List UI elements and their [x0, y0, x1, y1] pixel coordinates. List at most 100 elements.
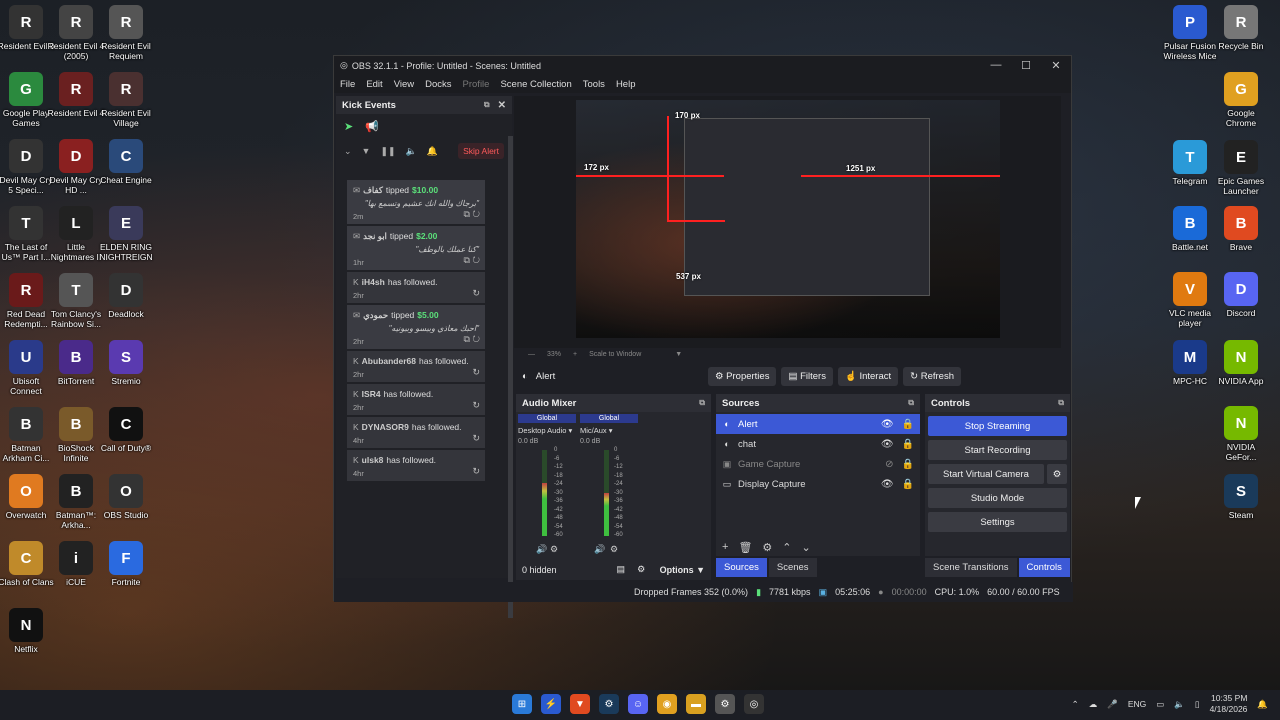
desktop-icon-netflix[interactable]: N Netflix: [0, 608, 55, 654]
replay-icon[interactable]: ↻: [472, 466, 480, 476]
desktop-icon-resident-evil-requiem[interactable]: R Resident Evil Requiem: [97, 5, 155, 61]
tray-chevron-icon[interactable]: ⌃: [1072, 699, 1079, 710]
dock-float-icon[interactable]: ⧉: [908, 398, 914, 408]
properties-button[interactable]: ⚙ Properties: [708, 366, 777, 386]
monitor-icon[interactable]: ▭: [1156, 699, 1164, 710]
scale-mode-dropdown-icon[interactable]: ▼: [675, 351, 682, 358]
move-down-icon[interactable]: ⌄: [802, 541, 811, 554]
dock-close-icon[interactable]: ✕: [498, 100, 506, 111]
lock-icon[interactable]: 🔒: [902, 439, 914, 450]
desktop-icon-nvidia-app[interactable]: N NVIDIA App: [1212, 340, 1270, 386]
desktop-icon-mpc-hc[interactable]: M MPC-HC: [1161, 340, 1219, 386]
dock-float-icon[interactable]: ⧉: [1058, 398, 1064, 408]
desktop-icon-resident-evil-village[interactable]: R Resident Evil Village: [97, 72, 155, 128]
desktop-icon-stremio[interactable]: S Stremio: [97, 340, 155, 386]
lock-icon[interactable]: 🔒: [902, 459, 914, 470]
source-item-game-capture[interactable]: ▣ Game Capture ⊘ 🔒: [716, 454, 920, 474]
channel-name[interactable]: Desktop Audio ▾: [518, 426, 576, 435]
replay-icon[interactable]: ↻: [472, 255, 480, 265]
desktop-settings-icon[interactable]: ⚙: [550, 544, 558, 555]
desktop-icon-pulsar-fusion-wireless-mice[interactable]: P Pulsar Fusion Wireless Mice: [1161, 5, 1219, 61]
cloud-icon[interactable]: ☁: [1089, 699, 1098, 710]
source-item-display-capture[interactable]: ▭ Display Capture 👁 🔒: [716, 474, 920, 494]
desktop-icon-battle-net[interactable]: B Battle.net: [1161, 206, 1219, 252]
maximize-button[interactable]: ☐: [1011, 59, 1041, 72]
tab-sources[interactable]: Sources: [716, 558, 767, 577]
dock-float-icon[interactable]: ⧉: [484, 100, 490, 110]
stop-streaming-button[interactable]: Stop Streaming: [928, 416, 1067, 436]
chevron-down-icon[interactable]: ⌄: [344, 146, 352, 157]
options-button[interactable]: Options ▼: [660, 565, 705, 575]
channel-name[interactable]: Mic/Aux ▾: [580, 426, 638, 435]
desktop-icon-fortnite[interactable]: F Fortnite: [97, 541, 155, 587]
menu-help[interactable]: Help: [616, 79, 636, 90]
minimize-button[interactable]: —: [981, 59, 1011, 72]
replay-icon[interactable]: ↻: [472, 334, 480, 344]
copy-icon[interactable]: ⧉: [463, 255, 469, 265]
mic-mute-icon[interactable]: 🔊: [594, 544, 605, 555]
language-indicator[interactable]: ENG: [1128, 699, 1146, 709]
eye-icon[interactable]: 👁: [881, 479, 894, 490]
filter-icon[interactable]: ▼: [362, 146, 371, 156]
send-icon[interactable]: ➤: [344, 120, 353, 133]
start-recording-button[interactable]: Start Recording: [928, 440, 1067, 460]
preview-canvas[interactable]: 170 px 172 px 1251 px 537 px: [576, 100, 1000, 338]
replay-icon[interactable]: ↻: [472, 400, 480, 410]
move-up-icon[interactable]: ⌃: [782, 541, 791, 554]
replay-icon[interactable]: ↻: [472, 209, 480, 219]
desktop-icon-epic-games-launcher[interactable]: E Epic Games Launcher: [1212, 140, 1270, 196]
brave-icon[interactable]: ▼: [570, 694, 590, 714]
mic-settings-icon[interactable]: ⚙: [610, 544, 618, 555]
pulsar-icon[interactable]: ⚡: [541, 694, 561, 714]
replay-icon[interactable]: ↻: [472, 433, 480, 443]
menu-scene-collection[interactable]: Scene Collection: [500, 79, 571, 90]
tab-controls[interactable]: Controls: [1018, 558, 1070, 577]
refresh-button[interactable]: ↻ Refresh: [903, 366, 961, 386]
desktop-mute-icon[interactable]: 🔊: [536, 544, 547, 555]
desktop-icon-brave[interactable]: B Brave: [1212, 206, 1270, 252]
remove-source-icon[interactable]: 🗑: [738, 541, 752, 554]
menu-file[interactable]: File: [340, 79, 355, 90]
replay-icon[interactable]: ↻: [472, 288, 480, 298]
clock[interactable]: 10:35 PM 4/18/2026: [1210, 693, 1248, 715]
file-explorer-icon[interactable]: ▬: [686, 694, 706, 714]
eye-icon[interactable]: 👁: [881, 439, 894, 450]
desktop-icon-google-chrome[interactable]: G Google Chrome: [1212, 72, 1270, 128]
megaphone-icon[interactable]: 📢: [365, 120, 379, 133]
dock-float-icon[interactable]: ⧉: [699, 398, 705, 408]
pause-icon[interactable]: ❚❚: [380, 146, 395, 157]
menu-edit[interactable]: Edit: [366, 79, 382, 90]
desktop-icon-vlc-media-player[interactable]: V VLC media player: [1161, 272, 1219, 328]
scale-mode-select[interactable]: Scale to Window: [589, 351, 641, 358]
obs-taskbar-icon[interactable]: ◎: [744, 694, 764, 714]
menu-profile[interactable]: Profile: [463, 79, 490, 90]
interact-button[interactable]: ☝ Interact: [837, 366, 899, 386]
desktop-icon-steam[interactable]: S Steam: [1212, 474, 1270, 520]
desktop-icon-recycle-bin[interactable]: R Recycle Bin: [1212, 5, 1270, 51]
menu-docks[interactable]: Docks: [425, 79, 451, 90]
tab-scene-transitions[interactable]: Scene Transitions: [925, 558, 1017, 577]
eye-icon[interactable]: 👁: [881, 419, 894, 430]
start-virtual-camera-button[interactable]: Start Virtual Camera: [928, 464, 1044, 484]
zoom-out-button[interactable]: —: [528, 351, 535, 358]
zoom-in-button[interactable]: +: [573, 351, 577, 358]
source-item-chat[interactable]: ◐ chat 👁 🔒: [716, 434, 920, 454]
replay-icon[interactable]: ↻: [472, 367, 480, 377]
desktop-icon-obs-studio[interactable]: O OBS Studio: [97, 474, 155, 520]
volume-icon[interactable]: 🔈: [406, 146, 417, 157]
desktop-icon-call-of-duty[interactable]: C Call of Duty®: [97, 407, 155, 453]
mic-icon[interactable]: 🎤: [1107, 699, 1118, 710]
source-settings-icon[interactable]: ⚙: [762, 541, 772, 554]
add-source-icon[interactable]: +: [722, 541, 728, 553]
virtual-camera-settings-icon[interactable]: ⚙: [1047, 464, 1067, 484]
source-item-alert[interactable]: ◐ Alert 👁 🔒: [716, 414, 920, 434]
events-scrollbar[interactable]: [508, 136, 513, 618]
settings-app-icon[interactable]: ⚙: [715, 694, 735, 714]
eye-off-icon[interactable]: ⊘: [885, 459, 893, 470]
copy-icon[interactable]: ⧉: [463, 209, 469, 219]
mixer-advanced-icon[interactable]: ⚙: [637, 564, 645, 575]
steam-icon[interactable]: ⚙: [599, 694, 619, 714]
battery-icon[interactable]: ▯: [1195, 699, 1200, 710]
lock-icon[interactable]: 🔒: [902, 419, 914, 430]
desktop-icon-deadlock[interactable]: D Deadlock: [97, 273, 155, 319]
